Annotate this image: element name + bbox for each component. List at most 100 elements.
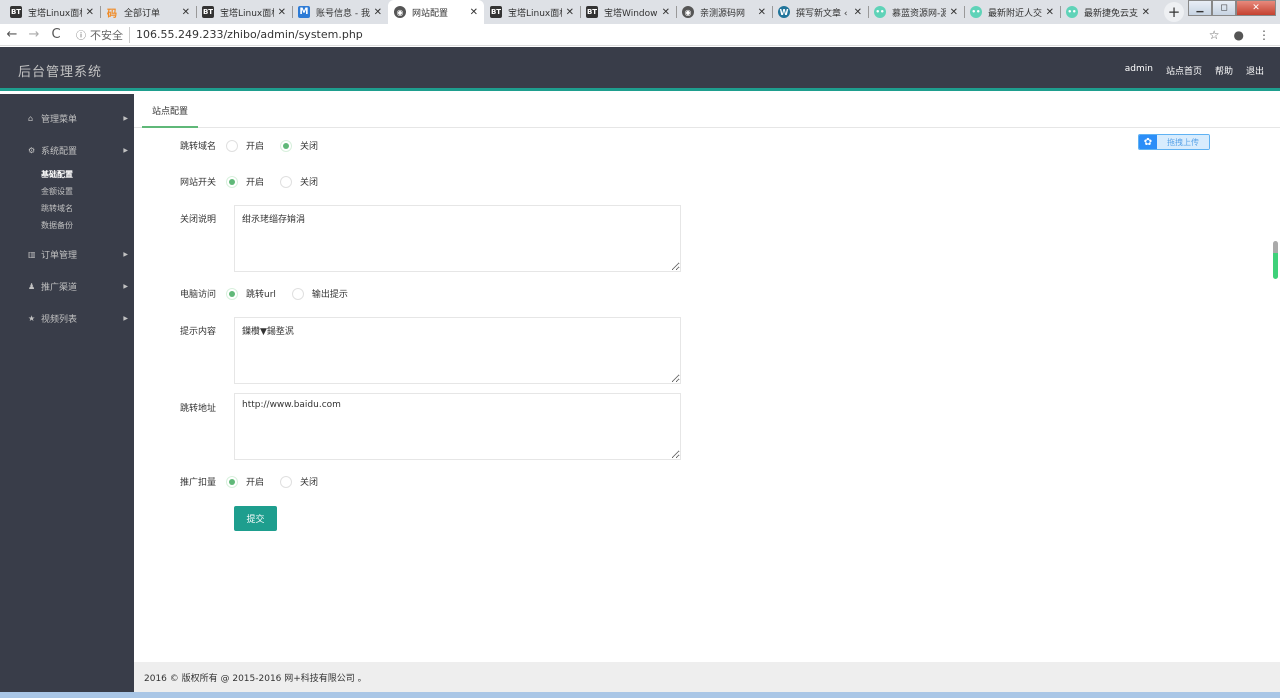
- sidebar-item-label: 系统配置: [41, 146, 78, 157]
- close-note-textarea[interactable]: 绀氶珯缁存姢涓: [234, 205, 681, 272]
- bookmark-star-icon[interactable]: ☆: [1209, 28, 1220, 42]
- radio-redirect-domain-on[interactable]: 开启: [226, 139, 264, 152]
- drag-upload-button[interactable]: ✿ 拖拽上传: [1138, 134, 1210, 150]
- close-tab-icon[interactable]: ✕: [278, 7, 286, 18]
- face-icon: ••: [1066, 6, 1078, 18]
- radio-circle-checked[interactable]: [226, 175, 238, 188]
- sidebar-item-promo-channels[interactable]: ♟ 推广渠道 ▶: [0, 270, 134, 302]
- header-nav-help[interactable]: 帮助: [1215, 64, 1233, 77]
- security-label: 不安全: [90, 26, 130, 43]
- browser-tab-title: 宝塔Linux面板: [28, 8, 82, 19]
- info-icon[interactable]: ⓘ: [76, 27, 86, 42]
- radio-circle[interactable]: [280, 175, 293, 188]
- submit-button[interactable]: 提交: [234, 506, 277, 531]
- star-icon: ★: [28, 313, 36, 323]
- close-tab-icon[interactable]: ✕: [1142, 7, 1150, 18]
- sidebar-subitem-data-backup[interactable]: 数据备份: [41, 217, 134, 234]
- radio-circle-checked[interactable]: [226, 287, 238, 300]
- sidebar-item-system-config[interactable]: ⚙ 系统配置 ▶: [0, 134, 134, 166]
- maximize-button[interactable]: ◻: [1212, 0, 1236, 16]
- radio-circle[interactable]: [226, 139, 238, 152]
- close-tab-icon[interactable]: ✕: [86, 7, 94, 18]
- radio-circle[interactable]: [291, 287, 304, 300]
- globe-icon: ◉: [394, 6, 406, 18]
- radio-label: 关闭: [300, 142, 319, 152]
- os-taskbar: [0, 692, 1280, 698]
- sidebar-item-orders[interactable]: ▥ 订单管理 ▶: [0, 238, 134, 270]
- account-icon[interactable]: ●: [1234, 28, 1244, 42]
- browser-tab[interactable]: W 撰写新文章 ‹ ✕: [772, 0, 868, 24]
- field-label: 跳转域名: [179, 142, 216, 152]
- reload-button[interactable]: C: [46, 27, 66, 42]
- browser-tab[interactable]: •• 慕蓝资源网-源 ✕: [868, 0, 964, 24]
- field-label: 推广扣量: [179, 478, 216, 488]
- radio-circle-checked[interactable]: [280, 139, 293, 152]
- header-nav-admin[interactable]: admin: [1125, 64, 1153, 77]
- back-button[interactable]: ←: [2, 27, 22, 42]
- new-tab-button[interactable]: +: [1164, 2, 1184, 22]
- radio-promo-deduct-on[interactable]: 开启: [226, 475, 264, 488]
- browser-tab[interactable]: ◉ 亲测源码网 ✕: [676, 0, 772, 24]
- close-tab-icon[interactable]: ✕: [854, 7, 862, 18]
- tip-content-textarea[interactable]: 鏁欑▼鍚堥泦: [234, 317, 681, 384]
- sidebar-subitem-basic-config[interactable]: 基础配置: [41, 166, 134, 183]
- browser-tab[interactable]: •• 最新捷免云支付 ✕: [1060, 0, 1156, 24]
- forward-button[interactable]: →: [24, 27, 44, 42]
- browser-tab-title: 最新捷免云支付: [1084, 8, 1138, 19]
- radio-promo-deduct-off[interactable]: 关闭: [280, 475, 318, 488]
- close-tab-icon[interactable]: ✕: [950, 7, 958, 18]
- sidebar-item-video-list[interactable]: ★ 视频列表 ▶: [0, 302, 134, 334]
- close-tab-icon[interactable]: ✕: [1046, 7, 1054, 18]
- radio-circle[interactable]: [280, 475, 293, 488]
- browser-tab[interactable]: M 账号信息 - 我的 ✕: [292, 0, 388, 24]
- gears-icon: ⚙: [28, 145, 36, 155]
- browser-tab[interactable]: BT 宝塔Windows ✕: [580, 0, 676, 24]
- field-label: 跳转地址: [179, 404, 216, 414]
- header-nav: admin 站点首页 帮助 退出: [1125, 64, 1264, 77]
- radio-site-switch-on[interactable]: 开启: [226, 175, 264, 188]
- face-icon: ••: [874, 6, 886, 18]
- header-nav-logout[interactable]: 退出: [1246, 64, 1264, 77]
- close-tab-icon[interactable]: ✕: [374, 7, 382, 18]
- radio-redirect-domain-off[interactable]: 关闭: [280, 139, 318, 152]
- url-text[interactable]: 106.55.249.233/zhibo/admin/system.php: [136, 28, 363, 41]
- browser-tab[interactable]: BT 宝塔Linux面板 ✕: [4, 0, 100, 24]
- window-close-button[interactable]: ✕: [1236, 0, 1276, 16]
- browser-tab[interactable]: •• 最新附近人交友 ✕: [964, 0, 1060, 24]
- close-tab-icon[interactable]: ✕: [662, 7, 670, 18]
- radio-label: 跳转url: [246, 290, 276, 300]
- browser-tab[interactable]: ◉ 网站配置 ✕: [388, 0, 484, 24]
- sidebar-item-label: 管理菜单: [41, 114, 78, 125]
- close-tab-icon[interactable]: ✕: [758, 7, 766, 18]
- caret-right-icon: ▶: [123, 146, 128, 154]
- minimize-button[interactable]: ▁: [1188, 0, 1212, 16]
- header-nav-home[interactable]: 站点首页: [1166, 64, 1202, 77]
- caret-right-icon: ▶: [123, 114, 128, 122]
- close-tab-icon[interactable]: ✕: [182, 7, 190, 18]
- radio-pc-access-redirect[interactable]: 跳转url: [226, 287, 276, 300]
- tab-site-config[interactable]: 站点配置: [142, 94, 198, 128]
- radio-pc-access-tip[interactable]: 输出提示: [291, 287, 348, 300]
- close-tab-icon[interactable]: ✕: [470, 7, 478, 18]
- redirect-url-textarea[interactable]: http://www.baidu.com: [234, 393, 681, 460]
- scroll-indicator[interactable]: [1273, 241, 1278, 279]
- field-label: 关闭说明: [179, 215, 216, 225]
- address-bar: ← → C ⓘ 不安全 106.55.249.233/zhibo/admin/s…: [0, 24, 1280, 46]
- bt-icon: BT: [10, 6, 22, 18]
- bt-icon: BT: [490, 6, 502, 18]
- radio-circle-checked[interactable]: [226, 475, 238, 488]
- browser-tab[interactable]: 码全部订单 ✕: [100, 0, 196, 24]
- close-tab-icon[interactable]: ✕: [566, 7, 574, 18]
- sidebar-item-manage-menu[interactable]: ⌂ 管理菜单 ▶: [0, 102, 134, 134]
- radio-site-switch-off[interactable]: 关闭: [280, 175, 318, 188]
- m-icon: M: [298, 6, 310, 18]
- browser-menu-icon[interactable]: ⋮: [1258, 28, 1270, 42]
- bt-icon: BT: [202, 6, 214, 18]
- browser-tab[interactable]: BT 宝塔Linux面板 ✕: [484, 0, 580, 24]
- browser-tab[interactable]: BT 宝塔Linux面板 ✕: [196, 0, 292, 24]
- sidebar-subitem-redirect-domain[interactable]: 跳转域名: [41, 200, 134, 217]
- url-field[interactable]: ⓘ 不安全 106.55.249.233/zhibo/admin/system.…: [76, 26, 363, 43]
- sidebar-subitem-amount-settings[interactable]: 金额设置: [41, 183, 134, 200]
- browser-tab-bar: BT 宝塔Linux面板 ✕ 码全部订单 ✕ BT 宝塔Linux面板 ✕ M 账号信息 - 我的…: [0, 0, 1280, 24]
- radio-label: 开启: [246, 478, 265, 488]
